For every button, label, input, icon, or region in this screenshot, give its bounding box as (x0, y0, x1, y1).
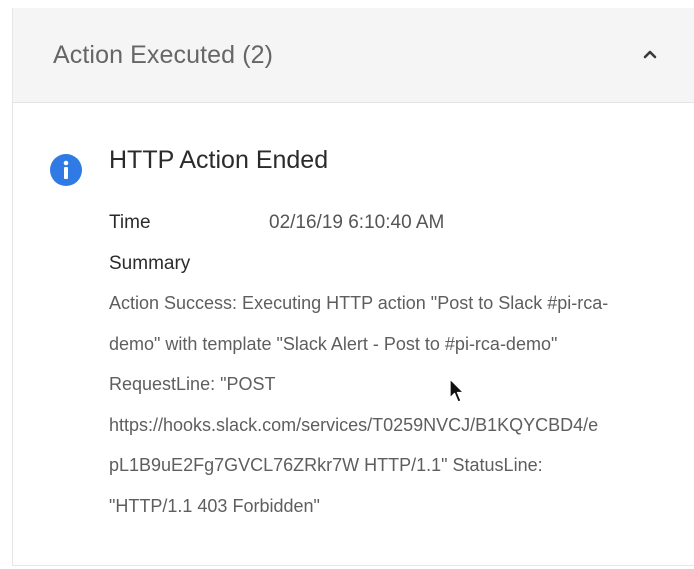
summary-line: demo" with template "Slack Alert - Post … (109, 333, 558, 354)
panel-header[interactable]: Action Executed (2) (13, 8, 694, 103)
action-executed-panel: Action Executed (2) HTTP Action Ended Ti… (12, 8, 694, 566)
summary-label: Summary (109, 253, 191, 274)
panel-title: Action Executed (2) (53, 41, 274, 69)
mouse-pointer-icon (449, 378, 465, 403)
summary-line: RequestLine: "POST (109, 374, 276, 394)
summary-line: "HTTP/1.1 403 Forbidden" (109, 495, 320, 516)
info-icon (50, 154, 82, 186)
summary-text: Action Success: Executing HTTP action "P… (109, 283, 674, 526)
time-value: 02/16/19 6:10:40 AM (269, 212, 445, 233)
summary-line: pL1B9uE2Fg7GVCL76ZRkr7W HTTP/1.1" Status… (109, 455, 543, 475)
event-title: HTTP Action Ended (109, 146, 329, 174)
summary-line: https://hooks.slack.com/services/T0259NV… (109, 414, 599, 435)
time-label: Time (109, 212, 151, 233)
summary-line: Action Success: Executing HTTP action "P… (109, 293, 609, 313)
chevron-up-icon[interactable] (638, 42, 662, 66)
